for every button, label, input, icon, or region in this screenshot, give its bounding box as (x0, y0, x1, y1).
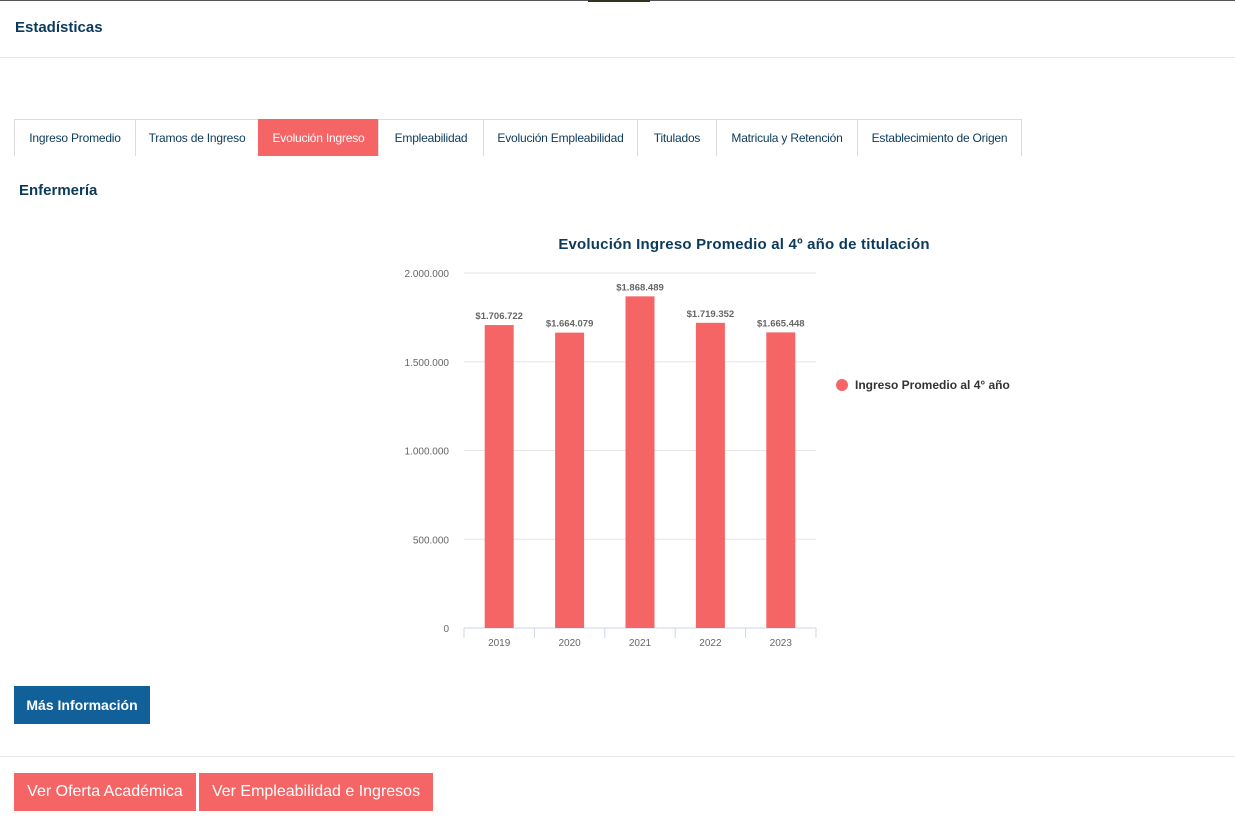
income-evolution-chart: 0 500.000 1.000.000 1.500.000 2.000.000 $1.70… (405, 269, 817, 649)
chart-bars (484, 296, 796, 628)
tab-empleabilidad[interactable]: Empleabilidad (378, 119, 483, 156)
section-title: Estadísticas (15, 19, 103, 36)
y-tick-label: 2.000.000 (405, 269, 450, 280)
x-tick-label: 2019 (488, 638, 511, 649)
more-info-button[interactable]: Más Información (14, 686, 150, 724)
footer-divider (0, 756, 1235, 757)
data-label-2022: $1.719.352 (687, 309, 735, 320)
bar-2021 (625, 296, 655, 628)
academic-offer-button[interactable]: Ver Oferta Académica (14, 773, 196, 811)
x-tick-label: 2022 (699, 638, 722, 649)
top-border-mark (588, 0, 650, 2)
employability-button[interactable]: Ver Empleabilidad e Ingresos (199, 773, 433, 811)
y-tick-label: 1.500.000 (405, 358, 450, 369)
legend-marker (836, 379, 848, 391)
y-tick-label: 1.000.000 (405, 447, 450, 458)
data-label-2023: $1.665.448 (757, 318, 805, 329)
header-divider (0, 57, 1235, 58)
tab-titulados[interactable]: Titulados (637, 119, 716, 156)
tab-matricula-y-retencion[interactable]: Matricula y Retención (716, 119, 857, 156)
bar-2023 (766, 332, 796, 628)
data-label-2020: $1.664.079 (546, 319, 594, 330)
y-tick-label: 0 (443, 624, 449, 635)
y-tick-label: 500.000 (413, 535, 450, 546)
app-root: Estadísticas Ingreso Promedio Tramos de … (0, 0, 1235, 821)
chart-labels: 0 500.000 1.000.000 1.500.000 2.000.000 $1.70… (405, 269, 805, 649)
chart-axes (463, 627, 817, 638)
bar-2019 (484, 325, 514, 628)
tab-tramos-de-ingreso[interactable]: Tramos de Ingreso (135, 119, 258, 156)
bar-2022 (695, 322, 725, 628)
bar-2020 (555, 332, 585, 628)
chart-title: Evolución Ingreso Promedio al 4º año de … (558, 236, 930, 253)
career-title: Enfermería (19, 182, 98, 199)
x-tick-label: 2020 (558, 638, 581, 649)
chart-legend[interactable]: Ingreso Promedio al 4° año (836, 378, 1010, 392)
tab-evolucion-empleabilidad[interactable]: Evolución Empleabilidad (483, 119, 637, 156)
data-label-2021: $1.868.489 (616, 282, 664, 293)
tab-ingreso-promedio[interactable]: Ingreso Promedio (14, 119, 135, 156)
legend-label: Ingreso Promedio al 4° año (855, 378, 1010, 392)
x-tick-label: 2023 (770, 638, 793, 649)
stats-tabs: Ingreso Promedio Tramos de Ingreso Evolu… (14, 119, 1022, 156)
data-label-2019: $1.706.722 (475, 311, 523, 322)
x-tick-label: 2021 (629, 638, 652, 649)
tab-evolucion-ingreso[interactable]: Evolución Ingreso (258, 119, 378, 156)
tab-establecimiento-de-origen[interactable]: Establecimiento de Origen (857, 119, 1022, 156)
